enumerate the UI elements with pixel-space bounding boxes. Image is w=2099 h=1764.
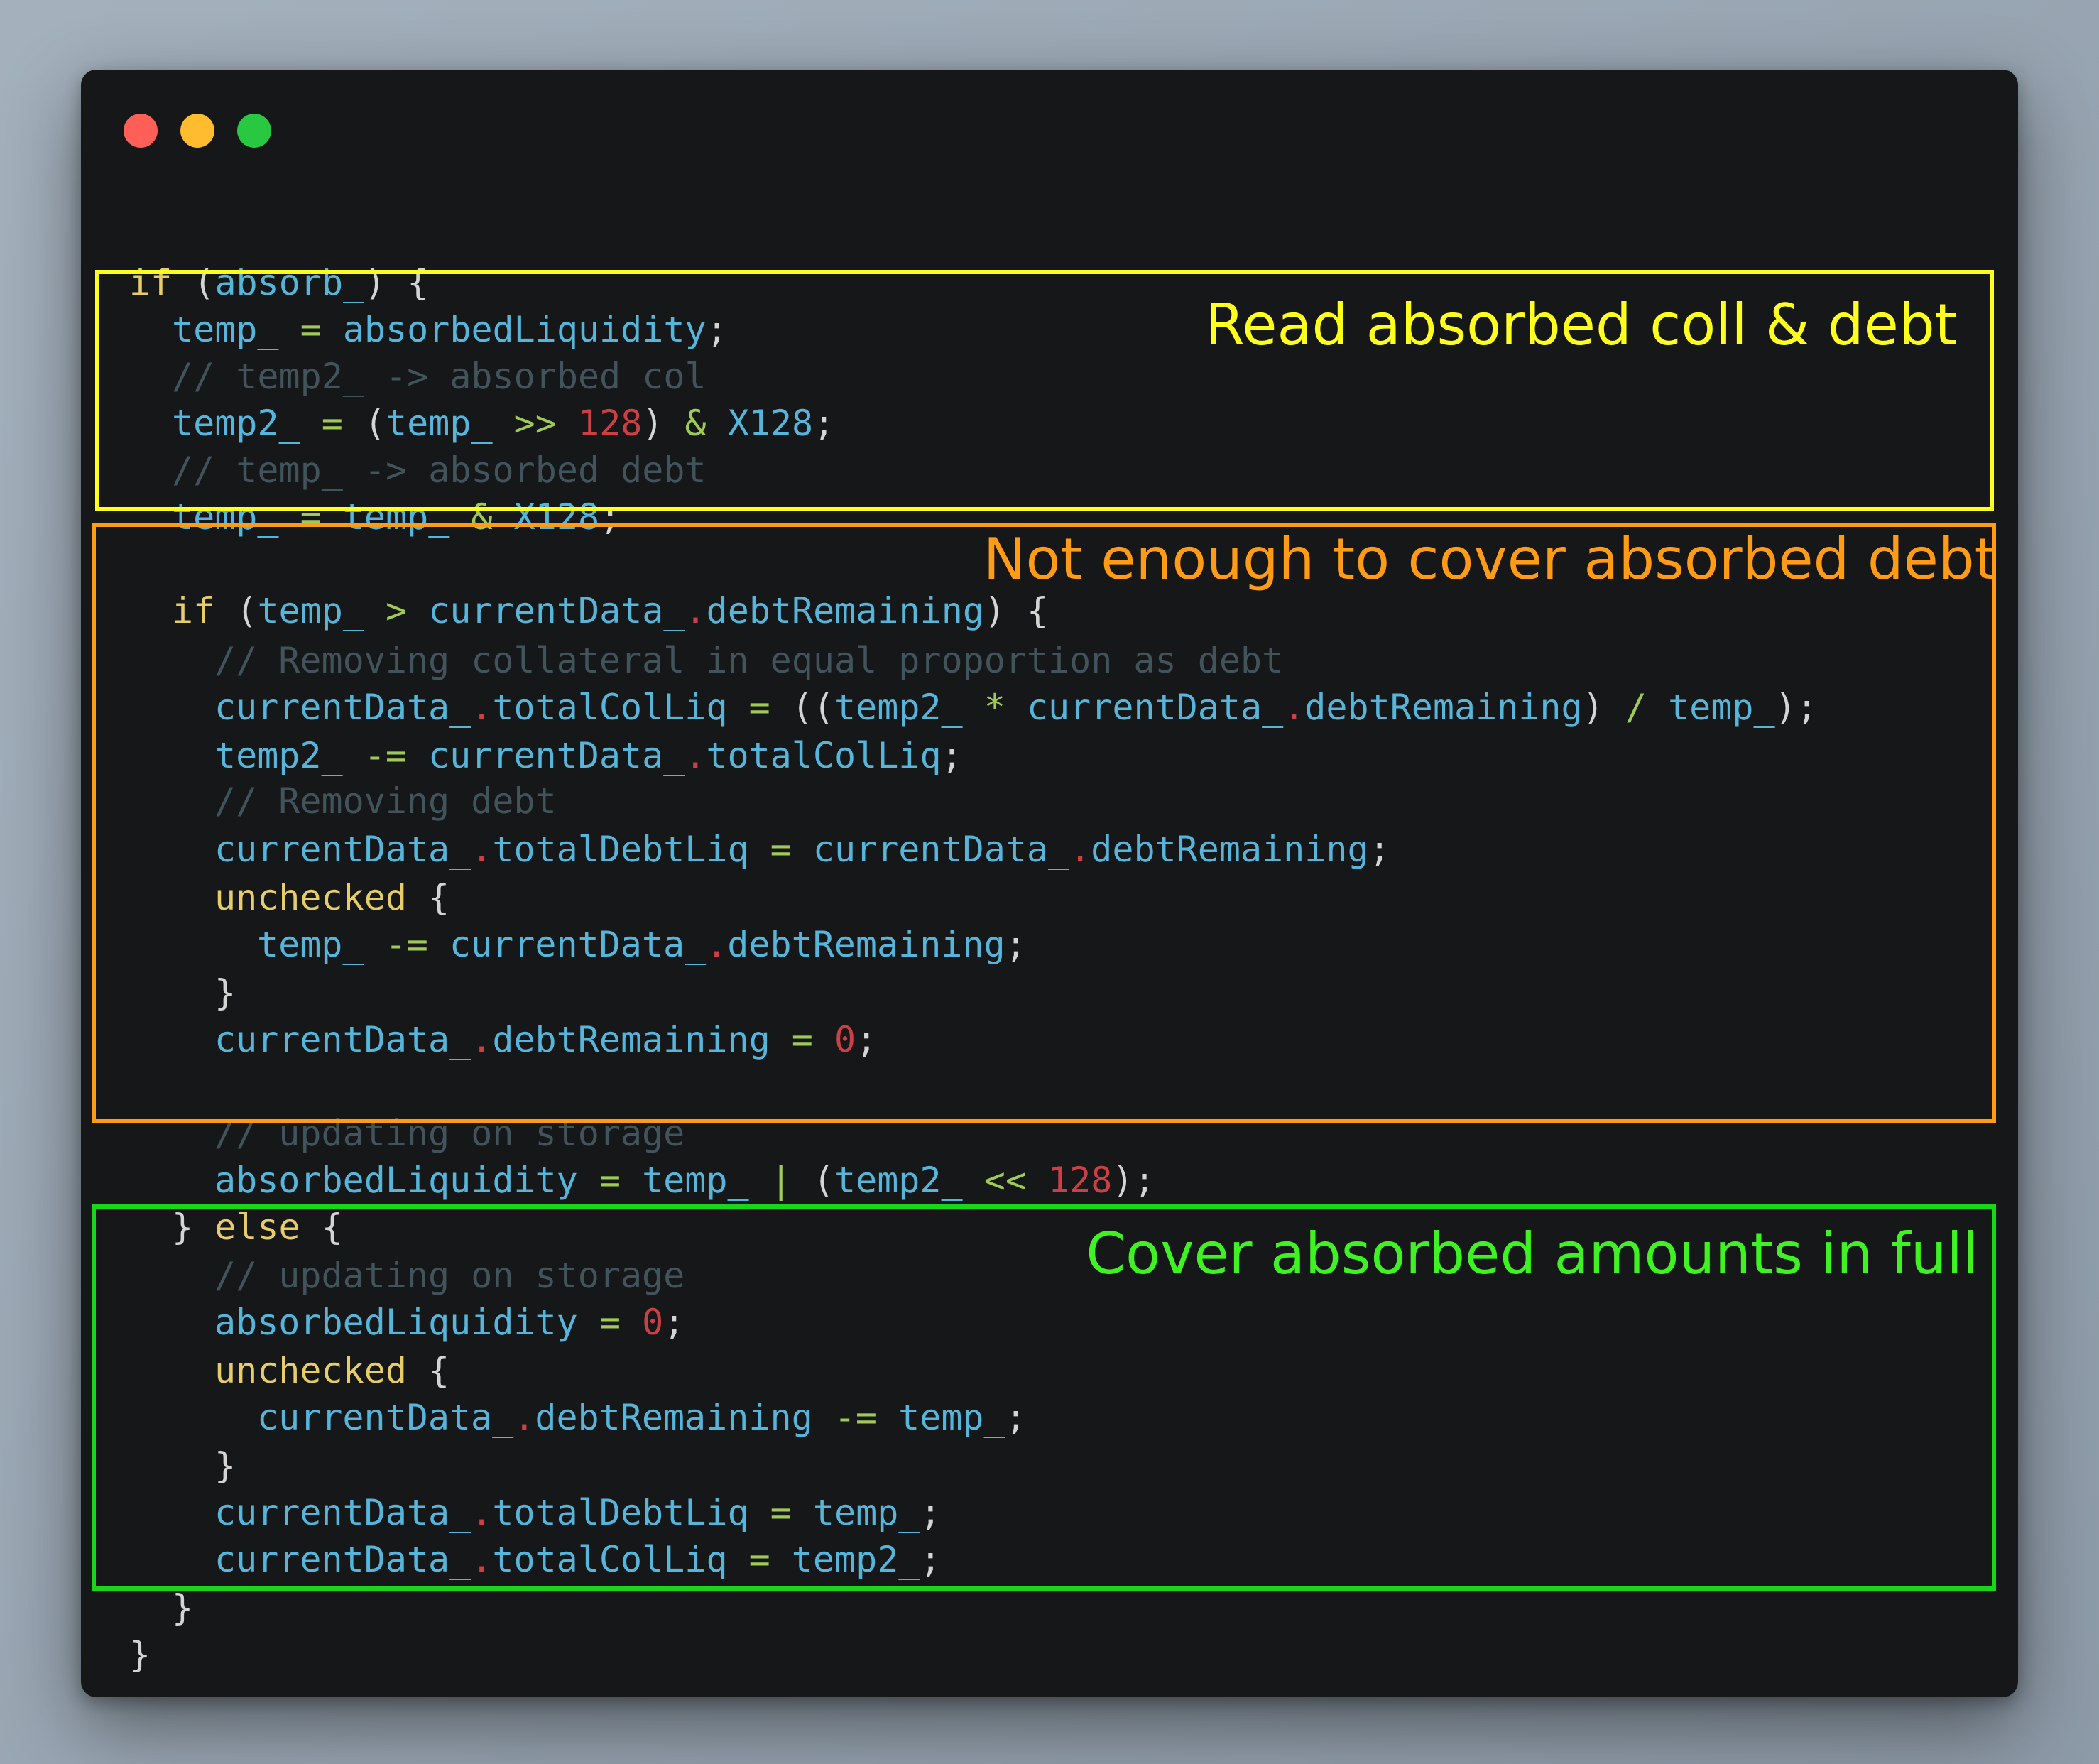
code-token: } — [172, 1587, 194, 1628]
minimize-button[interactable] — [180, 114, 214, 148]
code-line: absorbedLiquidity = temp_ | (temp2_ << 1… — [214, 1159, 1155, 1202]
close-button[interactable] — [124, 114, 158, 148]
code-token: absorbedLiquidity — [214, 1160, 578, 1201]
annotation-not-enough: Not enough to cover absorbed debt — [983, 526, 1997, 592]
code-window: if (absorb_) {temp_ = absorbedLiquidity;… — [81, 70, 2018, 1697]
code-token: << — [962, 1160, 1049, 1201]
code-token: temp_ — [642, 1160, 749, 1201]
code-token: ( — [812, 1160, 834, 1201]
code-token: ); — [1112, 1160, 1155, 1201]
code-token: 128 — [1048, 1160, 1113, 1201]
code-line: } — [172, 1586, 193, 1629]
code-token: | — [748, 1160, 813, 1201]
annotation-cover: Cover absorbed amounts in full — [1086, 1221, 1978, 1287]
code-token: } — [129, 1634, 151, 1675]
code-line: } — [129, 1633, 151, 1676]
maximize-button[interactable] — [237, 114, 271, 148]
code-token: temp2_ — [834, 1160, 963, 1201]
highlight-box-not-enough — [92, 523, 1996, 1123]
code-token: = — [577, 1160, 643, 1201]
annotation-read: Read absorbed coll & debt — [1205, 292, 1957, 358]
